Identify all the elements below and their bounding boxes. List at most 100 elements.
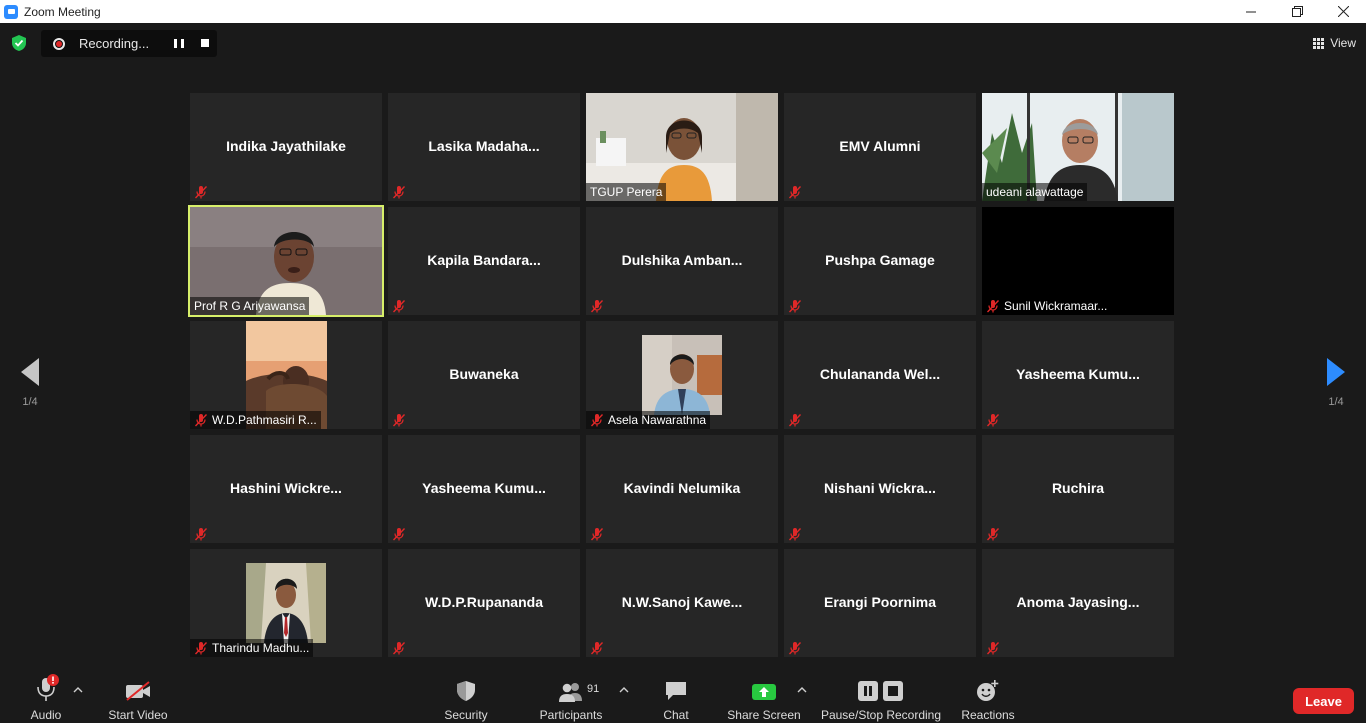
muted-mic-icon [194, 185, 208, 199]
stop-recording-icon[interactable] [201, 39, 209, 47]
participant-tile[interactable]: W.D.Pathmasiri R... [190, 321, 382, 429]
security-button[interactable]: Security [441, 672, 491, 723]
close-icon[interactable] [1320, 0, 1366, 23]
reactions-label: Reactions [961, 708, 1015, 722]
pause-recording-icon[interactable] [174, 39, 184, 48]
participant-tile[interactable]: udeani alawattage [982, 93, 1174, 201]
view-label: View [1330, 36, 1356, 50]
participant-name: Kavindi Nelumika [623, 480, 741, 496]
participant-name: Anoma Jayasing... [1016, 594, 1140, 610]
participant-tile[interactable]: Sunil Wickramaar... [982, 207, 1174, 315]
participant-tile[interactable]: Erangi Poornima [784, 549, 976, 657]
participant-name: W.D.Pathmasiri R... [212, 413, 317, 427]
participant-tile[interactable]: Indika Jayathilake [190, 93, 382, 201]
muted-mic-icon [788, 527, 802, 541]
participant-tile[interactable]: N.W.Sanoj Kawe... [586, 549, 778, 657]
share-options-chevron-up-icon[interactable] [797, 686, 807, 696]
participant-tile[interactable]: Asela Nawarathna [586, 321, 778, 429]
participant-tile[interactable]: Buwaneka [388, 321, 580, 429]
participant-tile[interactable]: Kavindi Nelumika [586, 435, 778, 543]
muted-mic-icon [590, 299, 604, 313]
participant-tile[interactable]: Chulananda Wel... [784, 321, 976, 429]
next-page-button[interactable]: 1/4 [1316, 358, 1356, 408]
muted-mic-icon [392, 527, 406, 541]
participant-name: Kapila Bandara... [427, 252, 541, 268]
arrow-left-icon [21, 358, 39, 386]
zoom-meeting-window: Zoom Meeting Recording... View 1/4 1/4 I… [0, 0, 1366, 723]
participant-tile[interactable]: Anoma Jayasing... [982, 549, 1174, 657]
participant-name: Hashini Wickre... [230, 480, 342, 496]
participants-button[interactable]: Participants [536, 672, 606, 723]
participant-tile[interactable]: Prof R G Ariyawansa [188, 205, 384, 317]
previous-page-button[interactable]: 1/4 [10, 358, 50, 408]
muted-mic-icon [986, 299, 1000, 313]
share-screen-icon [751, 672, 777, 702]
participant-tile[interactable]: Kapila Bandara... [388, 207, 580, 315]
participant-name: Nishani Wickra... [824, 480, 936, 496]
participant-name: Chulananda Wel... [819, 366, 941, 382]
muted-mic-icon [788, 299, 802, 313]
participant-tile[interactable]: Hashini Wickre... [190, 435, 382, 543]
muted-mic-icon [788, 413, 802, 427]
view-button[interactable]: View [1313, 33, 1356, 53]
restore-icon[interactable] [1274, 0, 1320, 23]
page-indicator-right: 1/4 [1328, 396, 1344, 408]
audio-options-chevron-up-icon[interactable] [73, 686, 83, 696]
participant-tile[interactable]: Yasheema Kumu... [982, 321, 1174, 429]
participant-name: udeani alawattage [986, 185, 1084, 199]
participant-tile[interactable]: Dulshika Amban... [586, 207, 778, 315]
participant-tile[interactable]: Lasika Madaha... [388, 93, 580, 201]
chat-label: Chat [663, 708, 689, 722]
leave-button[interactable]: Leave [1293, 688, 1354, 714]
recording-toolbar-label: Pause/Stop Recording [820, 708, 942, 722]
muted-mic-icon [392, 641, 406, 655]
participant-tile[interactable]: Yasheema Kumu... [388, 435, 580, 543]
participant-tile[interactable]: Ruchira [982, 435, 1174, 543]
pause-stop-recording-button[interactable]: Pause/Stop Recording [819, 672, 943, 723]
encryption-shield-icon[interactable] [11, 35, 27, 51]
participant-tile[interactable]: TGUP Perera [586, 93, 778, 201]
start-video-label: Start Video [108, 708, 168, 722]
participant-name: Yasheema Kumu... [1016, 366, 1140, 382]
participant-tile[interactable]: EMV Alumni [784, 93, 976, 201]
muted-mic-icon [590, 527, 604, 541]
share-screen-button[interactable]: Share Screen [726, 672, 802, 723]
participant-name: N.W.Sanoj Kawe... [621, 594, 743, 610]
muted-mic-icon [590, 413, 604, 427]
muted-mic-icon [986, 413, 1000, 427]
participant-name-label: W.D.Pathmasiri R... [190, 411, 321, 429]
share-screen-label: Share Screen [727, 708, 801, 722]
page-indicator-left: 1/4 [22, 396, 38, 408]
participant-tile[interactable]: W.D.P.Rupananda [388, 549, 580, 657]
participants-options-chevron-up-icon[interactable] [619, 686, 629, 696]
chat-bubble-icon [664, 672, 688, 702]
audio-button[interactable]: Audio [26, 672, 66, 723]
window-title: Zoom Meeting [24, 4, 101, 19]
reactions-button[interactable]: Reactions [960, 672, 1016, 723]
participant-name-label: Sunil Wickramaar... [982, 297, 1112, 315]
minimize-icon[interactable] [1228, 0, 1274, 23]
muted-mic-icon [194, 527, 208, 541]
participants-icon [558, 672, 584, 702]
participant-tile[interactable]: Nishani Wickra... [784, 435, 976, 543]
participants-label: Participants [539, 708, 603, 722]
participant-tile[interactable]: Pushpa Gamage [784, 207, 976, 315]
participant-name: W.D.P.Rupananda [425, 594, 543, 610]
pause-stop-icon [857, 672, 905, 702]
participant-name: Buwaneka [449, 366, 519, 382]
microphone-icon [33, 672, 59, 702]
participant-name-label: udeani alawattage [982, 183, 1088, 201]
muted-mic-icon [392, 299, 406, 313]
participant-name: Lasika Madaha... [428, 138, 540, 154]
muted-mic-icon [986, 641, 1000, 655]
security-label: Security [444, 708, 488, 722]
arrow-right-icon [1327, 358, 1345, 386]
muted-mic-icon [590, 641, 604, 655]
participant-name: Prof R G Ariyawansa [194, 299, 306, 313]
participant-tile[interactable]: Tharindu Madhu... [190, 549, 382, 657]
chat-button[interactable]: Chat [656, 672, 696, 723]
muted-mic-icon [392, 185, 406, 199]
participant-name-label: Asela Nawarathna [586, 411, 711, 429]
start-video-button[interactable]: Start Video [106, 672, 170, 723]
title-bar: Zoom Meeting [0, 0, 1366, 23]
